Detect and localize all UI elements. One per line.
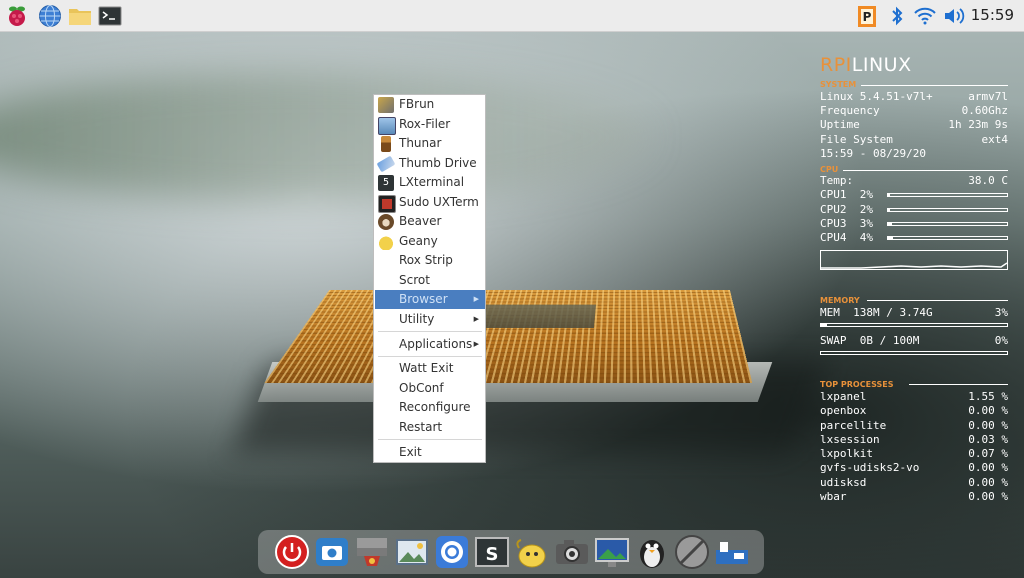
conky-row-filesystem: File System ext4 bbox=[820, 133, 1008, 147]
terminal-icon[interactable]: S bbox=[474, 534, 510, 570]
parcellite-clipboard-icon[interactable]: P bbox=[855, 4, 879, 28]
menu-item-rox-strip[interactable]: Rox Strip bbox=[375, 251, 485, 270]
geany-icon[interactable] bbox=[514, 534, 550, 570]
menu-item-scrot[interactable]: Scrot bbox=[375, 271, 485, 290]
section-rule bbox=[909, 384, 1008, 385]
conky-row-datetime: 15:59 - 08/29/20 bbox=[820, 147, 1008, 161]
submenu-arrow-icon: ▶ bbox=[474, 290, 479, 309]
section-rule bbox=[867, 300, 1008, 301]
menu-item-lxterminal[interactable]: 5 LXterminal bbox=[375, 173, 485, 192]
menu-item-exit[interactable]: Exit bbox=[375, 443, 485, 462]
globe-browser-icon[interactable] bbox=[38, 4, 62, 28]
cpu2-usage-bar bbox=[887, 208, 1008, 212]
chromium-icon[interactable] bbox=[434, 534, 470, 570]
conky-row-temp: Temp: 38.0 C bbox=[820, 174, 1008, 188]
svg-text:P: P bbox=[863, 10, 872, 24]
cpu-history-graph bbox=[820, 250, 1008, 270]
menu-item-obconf[interactable]: ObConf bbox=[375, 379, 485, 398]
menu-item-thunar[interactable]: Thunar bbox=[375, 134, 485, 153]
conky-row-swap: SWAP 0B / 100M 0% bbox=[820, 334, 1008, 348]
menu-item-rox-filer[interactable]: Rox-Filer bbox=[375, 115, 485, 134]
menu-item-reconfigure[interactable]: Reconfigure bbox=[375, 398, 485, 417]
menu-item-beaver[interactable]: Beaver bbox=[375, 212, 485, 231]
rox-filer-icon bbox=[378, 117, 396, 135]
wallpaper-blur bbox=[0, 72, 650, 202]
lxterminal-icon: 5 bbox=[378, 175, 394, 191]
thumb-drive-icon bbox=[377, 155, 396, 172]
conky-row-kernel: Linux 5.4.51-v7l+ armv7l bbox=[820, 90, 1008, 104]
process-row: lxsession 0.03 % bbox=[820, 433, 1008, 447]
terminal-icon[interactable] bbox=[98, 4, 122, 28]
menu-item-applications[interactable]: Applications ▶ bbox=[375, 335, 485, 354]
penguin-icon[interactable] bbox=[634, 534, 670, 570]
cpu4-usage-bar bbox=[887, 236, 1008, 240]
volume-icon[interactable] bbox=[942, 4, 966, 28]
svg-text:S: S bbox=[486, 544, 499, 565]
memory-usage-bar bbox=[820, 323, 1008, 327]
process-row: wbar 0.00 % bbox=[820, 490, 1008, 504]
openbox-root-menu: FBrun Rox-Filer Thunar Thumb Drive 5 LXt… bbox=[373, 94, 486, 463]
image-viewer-icon[interactable] bbox=[394, 534, 430, 570]
camera-icon[interactable] bbox=[554, 534, 590, 570]
submenu-arrow-icon: ▶ bbox=[474, 335, 479, 354]
submenu-arrow-icon: ▶ bbox=[474, 310, 479, 329]
geany-icon bbox=[378, 234, 394, 250]
conky-brand: RPILINUX bbox=[820, 54, 912, 76]
bluetooth-icon[interactable] bbox=[885, 4, 909, 28]
process-row: lxpolkit 0.07 % bbox=[820, 447, 1008, 461]
no-entry-icon[interactable] bbox=[674, 534, 710, 570]
conky-row-mem: MEM 138M / 3.74G 3% bbox=[820, 306, 1008, 320]
menu-item-sudo-uxterm[interactable]: Sudo UXTerm bbox=[375, 193, 485, 212]
section-heading-processes: TOP PROCESSES bbox=[820, 380, 893, 389]
wifi-icon[interactable] bbox=[913, 4, 937, 28]
menu-separator bbox=[378, 331, 482, 332]
panel-clock[interactable]: 15:59 bbox=[971, 6, 1014, 24]
cpu3-usage-bar bbox=[887, 222, 1008, 226]
uxterm-icon bbox=[378, 195, 396, 213]
menu-item-browser[interactable]: Browser ▶ bbox=[375, 290, 485, 309]
conky-row-frequency: Frequency 0.60Ghz bbox=[820, 104, 1008, 118]
screenshot-camera-icon[interactable] bbox=[314, 534, 350, 570]
swap-usage-bar bbox=[820, 351, 1008, 355]
power-icon[interactable] bbox=[274, 534, 310, 570]
menu-item-watt-exit[interactable]: Watt Exit bbox=[375, 359, 485, 378]
process-row: openbox 0.00 % bbox=[820, 404, 1008, 418]
file-manager-drawer-icon[interactable] bbox=[354, 534, 390, 570]
process-row: parcellite 0.00 % bbox=[820, 419, 1008, 433]
cpu1-usage-bar bbox=[887, 193, 1008, 197]
menu-separator bbox=[378, 439, 482, 440]
beaver-icon bbox=[378, 214, 394, 230]
process-row: udisksd 0.00 % bbox=[820, 476, 1008, 490]
menu-item-thumb-drive[interactable]: Thumb Drive bbox=[375, 154, 485, 173]
fbrun-icon bbox=[378, 97, 394, 113]
thunar-icon bbox=[381, 136, 391, 152]
process-row: gvfs-udisks2-vo 0.00 % bbox=[820, 461, 1008, 475]
display-settings-icon[interactable] bbox=[594, 534, 630, 570]
conky-row-uptime: Uptime 1h 23m 9s bbox=[820, 118, 1008, 132]
section-rule bbox=[843, 170, 1008, 171]
section-heading-cpu: CPU bbox=[820, 165, 838, 174]
section-rule bbox=[861, 85, 1008, 86]
section-heading-system: SYSTEM bbox=[820, 80, 856, 89]
top-panel: P 15:59 bbox=[0, 0, 1024, 32]
menu-item-utility[interactable]: Utility ▶ bbox=[375, 310, 485, 329]
menu-item-fbrun[interactable]: FBrun bbox=[375, 95, 485, 114]
raspberry-pi-icon[interactable] bbox=[5, 4, 29, 28]
section-heading-memory: MEMORY bbox=[820, 296, 860, 305]
folder-icon[interactable] bbox=[68, 4, 92, 28]
menu-item-restart[interactable]: Restart bbox=[375, 418, 485, 437]
menu-separator bbox=[378, 356, 482, 357]
process-row: lxpanel 1.55 % bbox=[820, 390, 1008, 404]
network-device-icon[interactable] bbox=[714, 534, 750, 570]
menu-item-geany[interactable]: Geany bbox=[375, 232, 485, 251]
